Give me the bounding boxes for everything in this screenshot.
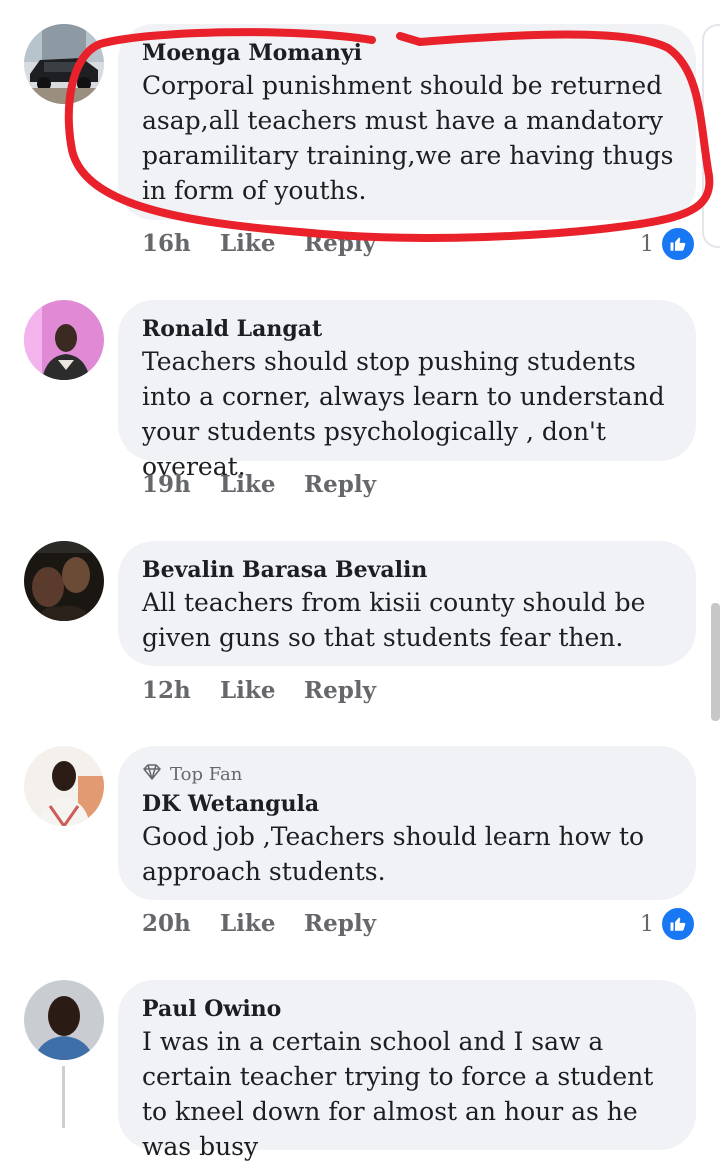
- comment-actions: 12h Like Reply: [142, 677, 376, 704]
- comment-bubble: Moenga Momanyi Corporal punishment shoul…: [118, 24, 696, 220]
- comment-author[interactable]: Bevalin Barasa Bevalin: [142, 555, 674, 585]
- comment-text: Corporal punishment should be returned a…: [142, 71, 674, 205]
- comment-actions: 19h Like Reply: [142, 471, 376, 498]
- comment-text: I was in a certain school and I saw a ce…: [142, 1027, 654, 1161]
- comment-time[interactable]: 16h: [142, 230, 220, 257]
- comment-bubble: Bevalin Barasa Bevalin All teachers from…: [118, 541, 696, 666]
- reaction-count-value: 1: [640, 911, 654, 937]
- thread-line: [62, 1066, 65, 1128]
- comment-author[interactable]: Ronald Langat: [142, 314, 674, 344]
- top-fan-badge: Top Fan: [142, 764, 674, 785]
- thumbs-up-icon: [660, 906, 696, 942]
- comment-time[interactable]: 20h: [142, 910, 220, 937]
- reply-button[interactable]: Reply: [304, 910, 376, 937]
- comment-text: All teachers from kisii county should be…: [142, 588, 646, 652]
- like-button[interactable]: Like: [220, 910, 304, 937]
- avatar[interactable]: [24, 300, 104, 380]
- reaction-count[interactable]: 1: [640, 226, 696, 262]
- reply-button[interactable]: Reply: [304, 230, 376, 257]
- reaction-count[interactable]: 1: [640, 906, 696, 942]
- scrollbar[interactable]: [711, 603, 720, 721]
- comment-author[interactable]: Moenga Momanyi: [142, 38, 674, 68]
- comment-author[interactable]: Paul Owino: [142, 994, 674, 1024]
- avatar[interactable]: [24, 980, 104, 1060]
- like-button[interactable]: Like: [220, 230, 304, 257]
- comment-time[interactable]: 12h: [142, 677, 220, 704]
- comment-actions: 16h Like Reply: [142, 230, 376, 257]
- avatar[interactable]: [24, 746, 104, 826]
- avatar[interactable]: [24, 24, 104, 104]
- comment-bubble: Top Fan DK Wetangula Good job ,Teachers …: [118, 746, 696, 900]
- comment-time[interactable]: 19h: [142, 471, 220, 498]
- top-fan-label: Top Fan: [170, 764, 243, 785]
- reply-button[interactable]: Reply: [304, 677, 376, 704]
- comment-actions: 20h Like Reply: [142, 910, 376, 937]
- thumbs-up-icon: [660, 226, 696, 262]
- like-button[interactable]: Like: [220, 471, 304, 498]
- reaction-count-value: 1: [640, 231, 654, 257]
- diamond-icon: [142, 764, 162, 785]
- avatar[interactable]: [24, 541, 104, 621]
- comment-text: Teachers should stop pushing students in…: [142, 347, 665, 481]
- comment-text: Good job ,Teachers should learn how to a…: [142, 822, 645, 886]
- reply-button[interactable]: Reply: [304, 471, 376, 498]
- comment-bubble: Paul Owino I was in a certain school and…: [118, 980, 696, 1161]
- adjacent-panel-edge: [702, 24, 720, 248]
- comment-bubble: Ronald Langat Teachers should stop pushi…: [118, 300, 696, 481]
- like-button[interactable]: Like: [220, 677, 304, 704]
- comment-author[interactable]: DK Wetangula: [142, 789, 674, 819]
